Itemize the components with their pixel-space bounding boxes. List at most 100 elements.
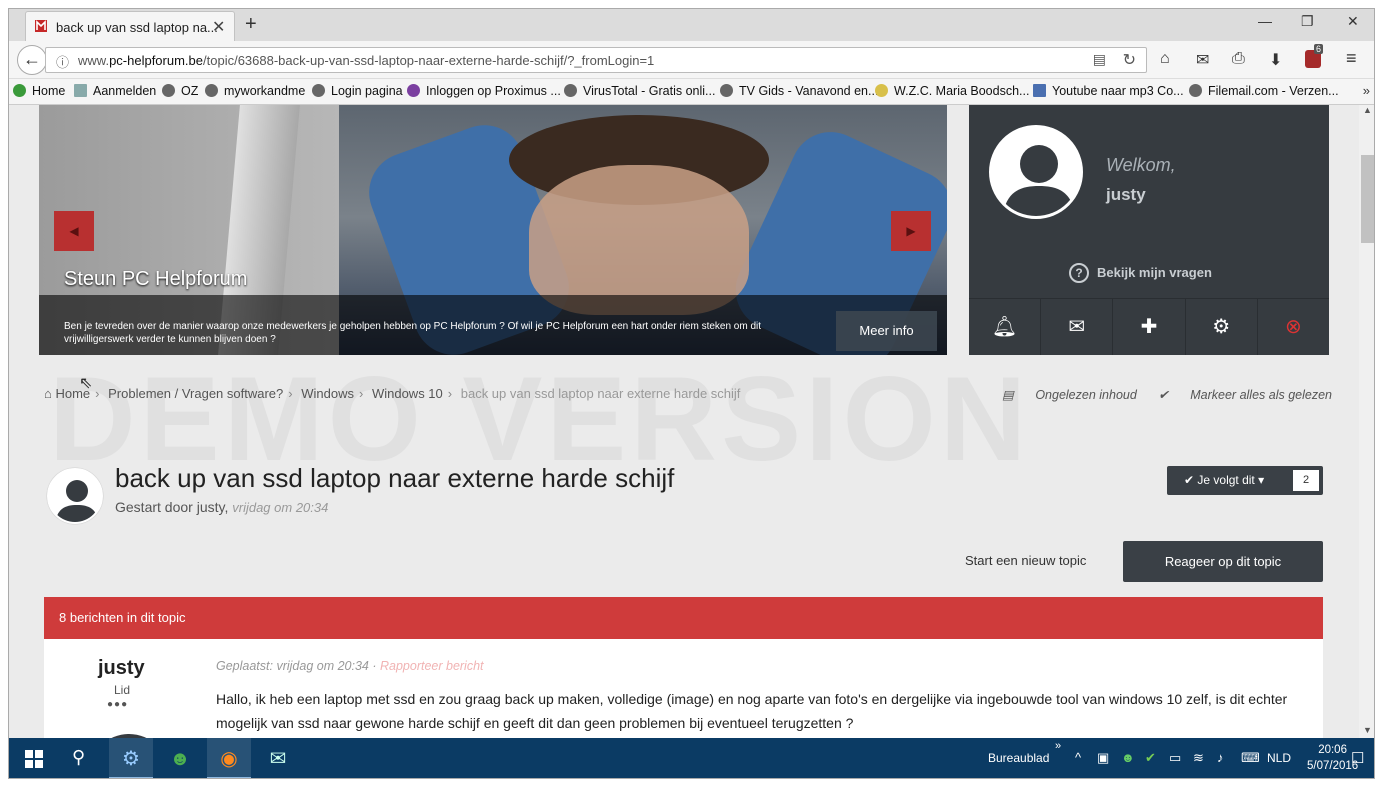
print-icon[interactable]: ⎙ (1232, 50, 1245, 68)
new-topic-link[interactable]: Start een nieuw topic (965, 553, 1086, 568)
firefox-icon[interactable]: ◉ (207, 738, 251, 778)
reader-view-icon[interactable]: ▤ (1093, 51, 1106, 68)
bookmark-myworkandme[interactable]: myworkandme (205, 84, 305, 98)
action-center-icon[interactable]: ☐ (1351, 749, 1364, 767)
navigation-toolbar: ← ⓘ www.pc-helpforum.be/topic/63688-back… (9, 41, 1374, 79)
wifi-icon[interactable]: ≋ (1193, 750, 1204, 766)
url-bar[interactable]: ⓘ www.pc-helpforum.be/topic/63688-back-u… (45, 47, 1147, 73)
messages-envelope-icon[interactable]: ✉ (1041, 299, 1114, 355)
post-author-role: Lid (114, 683, 131, 697)
browser-window: back up van ssd laptop na... ✕ + — ❐ ✕ ←… (8, 8, 1375, 779)
unread-content-link[interactable]: ▤ Ongelezen inhoud (1002, 388, 1137, 402)
post-author[interactable]: justy (98, 657, 145, 680)
back-button[interactable]: ← (17, 45, 47, 75)
site-info-icon[interactable]: ⓘ (56, 52, 69, 71)
page-content: ◀ ▶ Steun PC Helpforum Ben je tevreden o… (9, 105, 1359, 738)
globe-icon (720, 84, 733, 97)
download-icon[interactable]: ⬇ (1269, 50, 1282, 70)
carousel-next-button[interactable]: ▶ (891, 211, 931, 251)
tray-robot-icon[interactable]: ☻ (1121, 750, 1135, 765)
more-info-button[interactable]: Meer info (836, 311, 937, 351)
scrollbar-thumb[interactable] (1361, 155, 1374, 243)
maximize-icon[interactable]: ❐ (1301, 13, 1314, 30)
tray-app-icon[interactable]: ▣ (1097, 750, 1109, 766)
globe-icon (1189, 84, 1202, 97)
bookmarks-overflow-icon[interactable]: » (1363, 83, 1370, 98)
windows-taskbar: ⚲ ⚙ ☻ ◉ ✉ Bureaublad » ^ ▣ ☻ ✔ ▭ ≋ ♪ ⌨ N… (9, 738, 1374, 778)
user-silhouette-icon (55, 480, 99, 522)
carousel-prev-button[interactable]: ◀ (54, 211, 94, 251)
bookmark-aanmelden[interactable]: Aanmelden (74, 84, 156, 98)
window-close-icon[interactable]: ✕ (1347, 13, 1359, 30)
breadcrumb: ⌂ Home › Problemen / Vragen software? › Wi… (44, 386, 741, 401)
scroll-down-icon[interactable]: ▼ (1363, 725, 1372, 735)
notifications-bell-icon[interactable]: 🔔︎ (969, 299, 1042, 355)
breadcrumb-windows[interactable]: Windows (301, 386, 354, 401)
search-icon[interactable]: ⚲ (72, 747, 85, 768)
user-silhouette-icon (1002, 145, 1076, 216)
username[interactable]: justy (1106, 185, 1146, 205)
home-icon[interactable]: ⌂ (44, 386, 52, 401)
follow-button[interactable]: ✔ Je volgt dit ▾ 2 (1167, 466, 1323, 495)
start-windows-icon[interactable] (25, 750, 43, 768)
post-date: Geplaatst: vrijdag om 20:34 · Rapporteer… (216, 659, 484, 673)
bookmark-tvgids[interactable]: TV Gids - Vanavond en... (720, 84, 878, 98)
bookmark-proximus[interactable]: Inloggen op Proximus ... (407, 84, 561, 98)
topic-author-avatar[interactable] (47, 468, 103, 524)
smiley-icon (875, 84, 888, 97)
bookmark-youtube-mp3[interactable]: Youtube naar mp3 Co... (1033, 84, 1184, 98)
my-questions-link[interactable]: ? Bekijk mijn vragen (1069, 263, 1212, 283)
bookmark-wzc[interactable]: W.Z.C. Maria Boodsch... (875, 84, 1029, 98)
hero-face-shape (529, 165, 749, 315)
page-scrollbar[interactable]: ▲ ▼ (1359, 105, 1374, 738)
reply-button[interactable]: Reageer op dit topic (1123, 541, 1323, 582)
report-post-link[interactable]: Rapporteer bericht (380, 659, 484, 673)
question-icon: ? (1069, 263, 1089, 283)
bookmark-oz[interactable]: OZ (162, 84, 198, 98)
battery-icon[interactable]: ▭ (1169, 750, 1181, 766)
page-icon (74, 84, 87, 97)
bookmark-virustotal[interactable]: VirusTotal - Gratis onli... (564, 84, 715, 98)
tab-close-icon[interactable]: ✕ (212, 17, 225, 37)
reload-icon[interactable]: ↻ (1123, 50, 1136, 70)
posts-count-bar: 8 berichten in dit topic (44, 597, 1323, 639)
language-indicator[interactable]: NLD (1267, 751, 1291, 765)
create-plus-icon[interactable]: ✚ (1113, 299, 1186, 355)
tray-security-icon[interactable]: ✔ (1145, 750, 1156, 766)
mail-icon[interactable]: ✉ (1196, 50, 1209, 70)
breadcrumb-problems[interactable]: Problemen / Vragen software? (108, 386, 283, 401)
mouse-cursor-icon: ⇖ (79, 375, 93, 392)
home-icon[interactable]: ⌂ (1160, 50, 1170, 68)
toolbar-expand-icon[interactable]: » (1055, 740, 1061, 752)
logout-icon[interactable]: ⊗ (1258, 299, 1329, 355)
bookmark-login-pagina[interactable]: Login pagina (312, 84, 403, 98)
follow-count: 2 (1293, 470, 1319, 491)
taskbar-app-icon[interactable]: ⚙ (109, 738, 153, 778)
show-hidden-icons-icon[interactable]: ^ (1075, 750, 1081, 765)
settings-gear-icon[interactable]: ⚙ (1186, 299, 1258, 355)
volume-icon[interactable]: ♪ (1217, 750, 1224, 765)
browser-tab-active[interactable]: back up van ssd laptop na... ✕ (25, 11, 235, 41)
taskbar-robot-icon[interactable]: ☻ (158, 738, 202, 778)
globe-icon (312, 84, 325, 97)
url-text[interactable]: www.pc-helpforum.be/topic/63688-back-up-… (78, 53, 654, 68)
new-tab-button[interactable]: + (245, 13, 257, 36)
minimize-icon[interactable]: — (1258, 13, 1272, 29)
mark-all-read-link[interactable]: ✔ Markeer alles als gelezen (1158, 388, 1332, 402)
breadcrumb-windows10[interactable]: Windows 10 (372, 386, 443, 401)
post-body: Hallo, ik heb een laptop met ssd en zou … (216, 691, 1288, 731)
user-avatar[interactable] (989, 125, 1083, 219)
menu-icon[interactable]: ≡ (1346, 48, 1357, 69)
page-title: back up van ssd laptop naar externe hard… (115, 463, 675, 493)
hero-caption: Steun PC Helpforum (64, 268, 248, 290)
site-favicon-icon (35, 20, 47, 32)
user-actions: 🔔︎ ✉ ✚ ⚙ ⊗ (969, 298, 1329, 355)
taskbar-mail-icon[interactable]: ✉ (256, 738, 300, 778)
bookmark-home[interactable]: Home (13, 84, 65, 98)
desktop-toolbar-label[interactable]: Bureaublad (988, 751, 1049, 765)
user-panel: Welkom, justy ? Bekijk mijn vragen 🔔︎ ✉ ✚… (969, 105, 1329, 355)
scroll-up-icon[interactable]: ▲ (1363, 105, 1372, 115)
bookmark-filemail[interactable]: Filemail.com - Verzen... (1189, 84, 1339, 98)
ublock-extension-icon[interactable]: 6 (1305, 44, 1324, 68)
keyboard-icon[interactable]: ⌨ (1241, 750, 1260, 766)
